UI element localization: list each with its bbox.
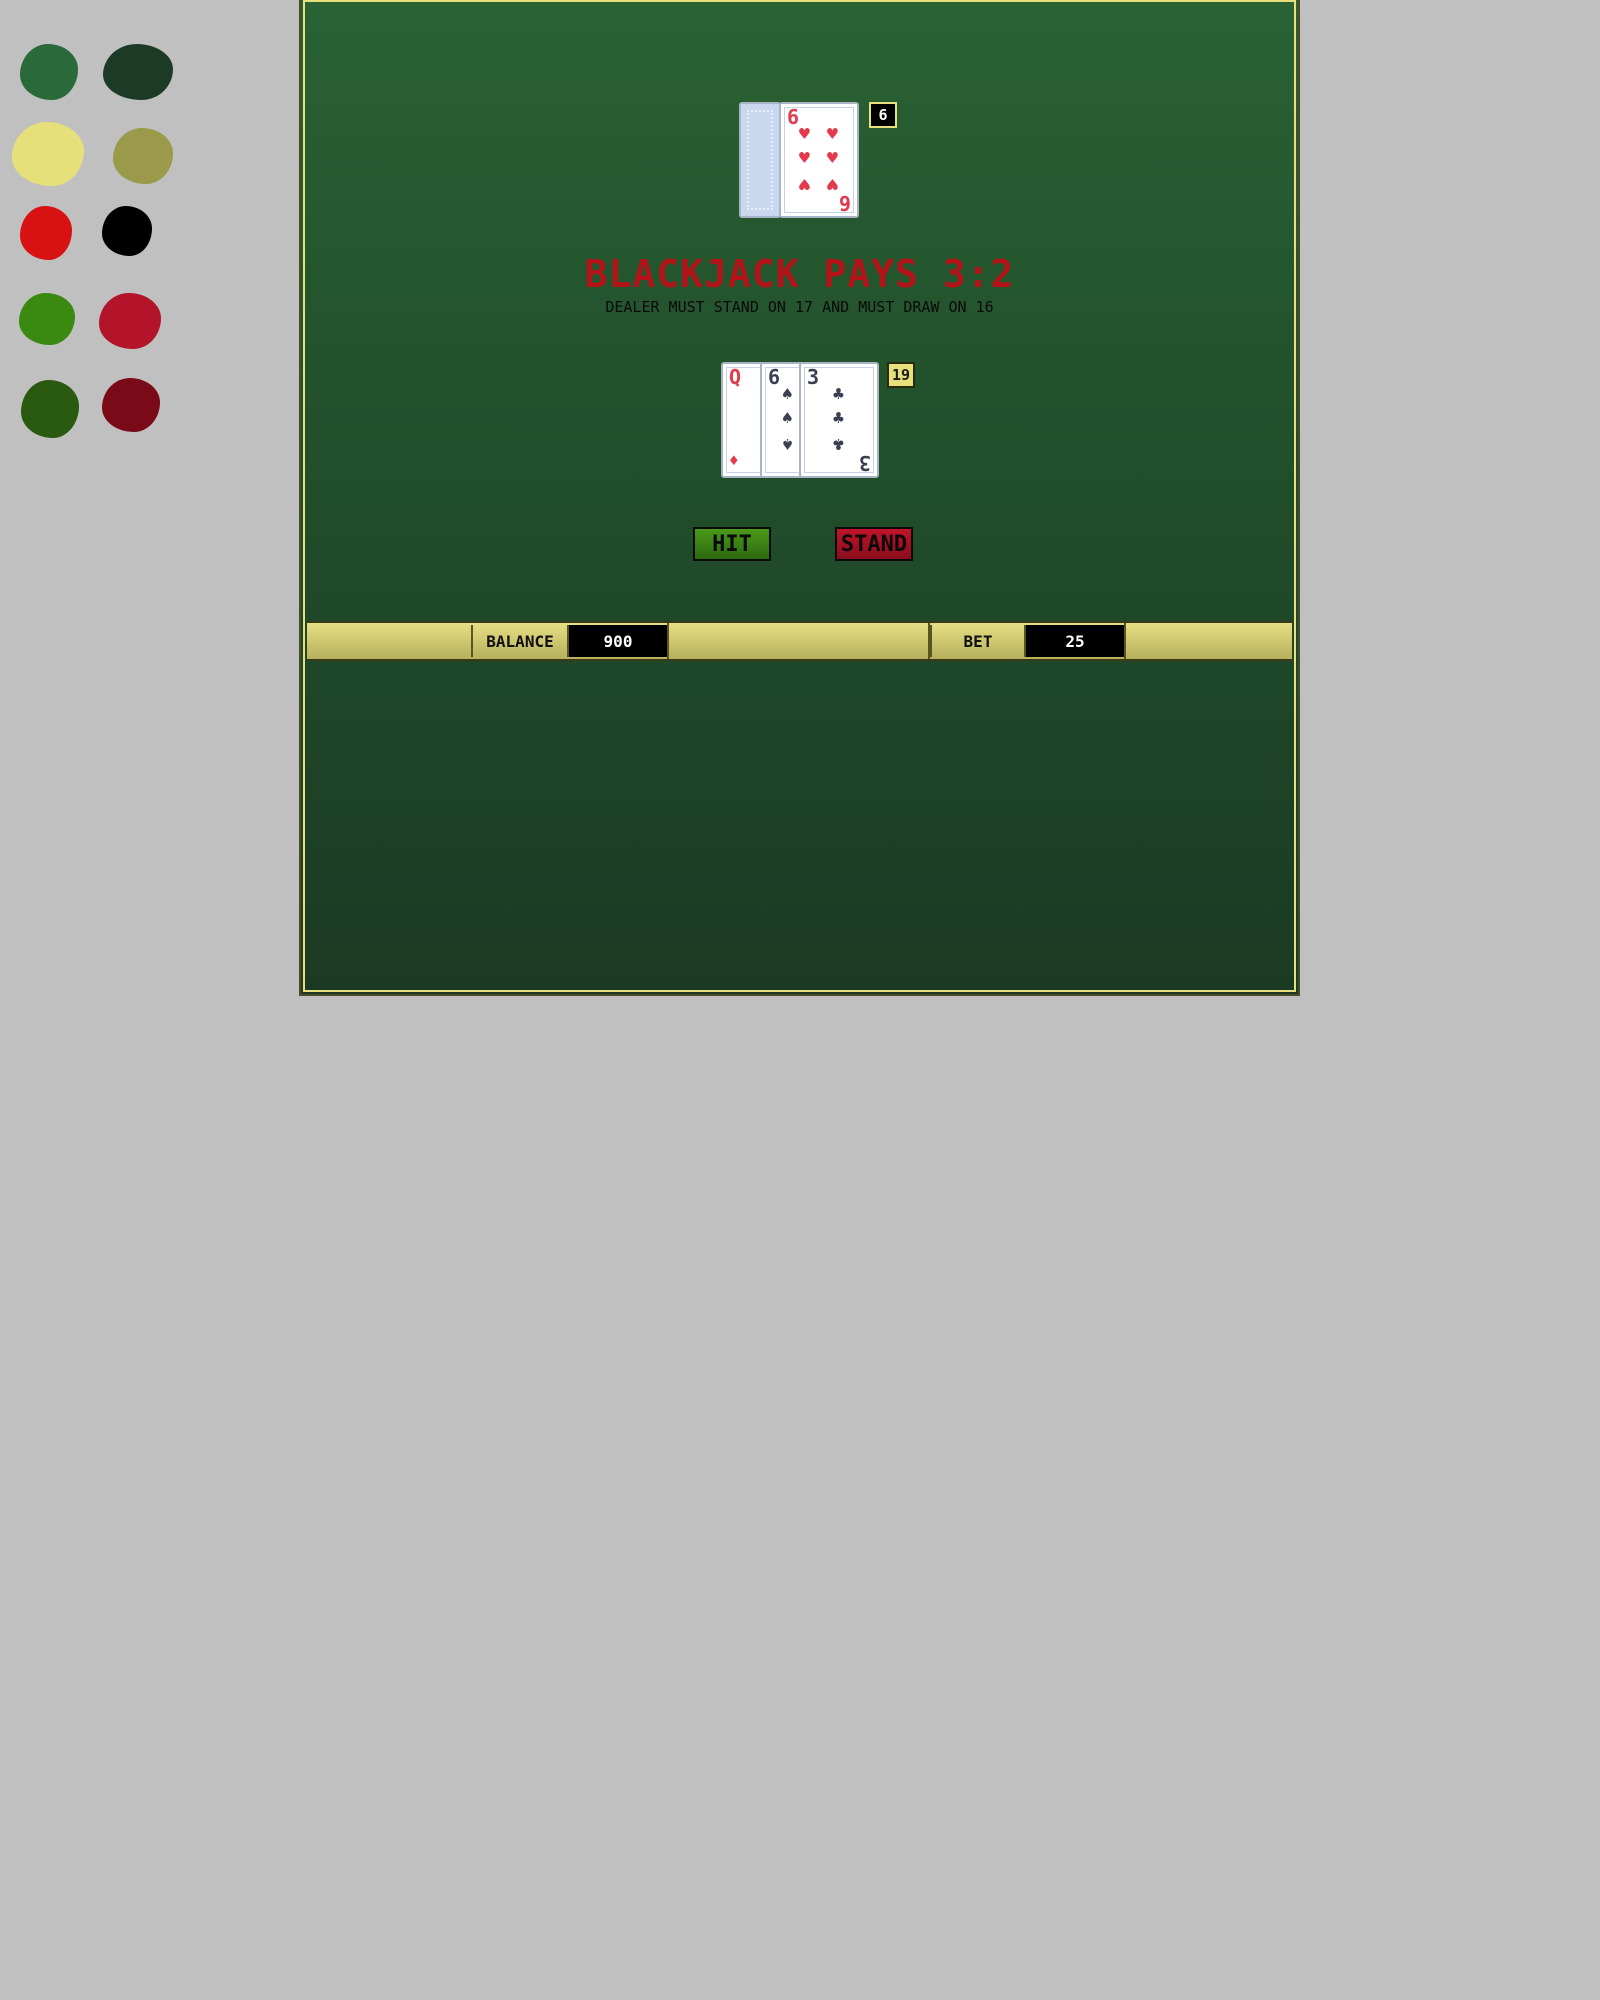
blackjack-table: 6 ♥ ♥ ♥ ♥ ♥ ♥ 6 6 BLACKJACK PAYS 3:2 DEA… xyxy=(299,0,1300,996)
dealer-hole-card xyxy=(739,102,781,218)
dealer-score: 6 xyxy=(869,102,897,128)
dealer-up-card: 6 ♥ ♥ ♥ ♥ ♥ ♥ 6 xyxy=(779,102,859,218)
spade-pip-icon: ♠ xyxy=(782,433,793,454)
card-rank: 6 xyxy=(787,105,800,129)
bar-divider xyxy=(1124,623,1126,659)
card-rank: 3 xyxy=(807,365,820,389)
spade-pip-icon: ♠ xyxy=(782,384,793,405)
status-bar: BALANCE 900 BET 25 xyxy=(307,621,1292,661)
swatch-stand-dark-red xyxy=(102,378,160,432)
swatch-table-dark-green xyxy=(103,44,173,100)
card-rank: Q xyxy=(729,365,742,389)
club-pip-icon: ♣ xyxy=(833,408,844,429)
diamond-pip-icon: ♦ xyxy=(729,451,739,470)
player-card-three: 3 ♣ ♣ ♣ 3 xyxy=(799,362,879,478)
club-pip-icon: ♣ xyxy=(833,384,844,405)
heart-pip-icon: ♥ xyxy=(799,173,810,194)
swatch-stand-red xyxy=(99,293,161,349)
bar-divider xyxy=(667,623,669,659)
heart-pip-icon: ♥ xyxy=(827,148,838,169)
swatch-gold-olive xyxy=(113,128,173,184)
player-score: 19 xyxy=(887,362,915,388)
heart-pip-icon: ♥ xyxy=(799,124,810,145)
payout-headline: BLACKJACK PAYS 3:2 xyxy=(584,252,1015,296)
swatch-black xyxy=(102,206,152,256)
card-rank-bottom: 3 xyxy=(858,451,871,475)
heart-pip-icon: ♥ xyxy=(827,124,838,145)
card-rank-bottom: 6 xyxy=(838,191,851,215)
swatch-table-green xyxy=(20,44,78,100)
swatch-red xyxy=(20,206,72,260)
bet-label: BET xyxy=(930,625,1026,657)
balance-label: BALANCE xyxy=(471,625,569,657)
swatch-hit-green xyxy=(19,293,75,345)
balance-value: 900 xyxy=(569,625,667,657)
dealer-rule-text: DEALER MUST STAND ON 17 AND MUST DRAW ON… xyxy=(605,298,994,316)
heart-pip-icon: ♥ xyxy=(799,148,810,169)
swatch-hit-dark-green xyxy=(21,380,79,438)
swatch-gold-light xyxy=(12,122,84,186)
hit-button[interactable]: HIT xyxy=(693,527,771,561)
club-pip-icon: ♣ xyxy=(833,433,844,454)
card-rank: 6 xyxy=(768,365,781,389)
bet-value: 25 xyxy=(1026,625,1124,657)
heart-pip-icon: ♥ xyxy=(827,173,838,194)
spade-pip-icon: ♠ xyxy=(782,408,793,429)
stand-button[interactable]: STAND xyxy=(835,527,913,561)
